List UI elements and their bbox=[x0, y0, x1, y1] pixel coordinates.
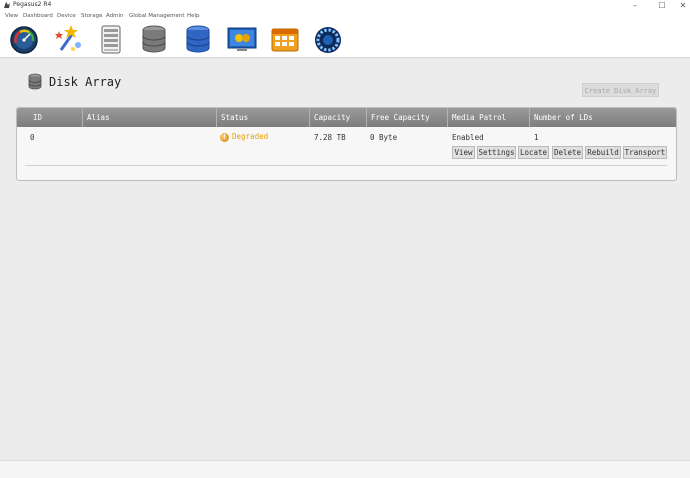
window-title: Pegasus2 R4 bbox=[13, 1, 52, 8]
device-button[interactable] bbox=[94, 23, 128, 55]
column-header-status[interactable]: Status bbox=[217, 108, 310, 127]
column-header-number-of-lds[interactable]: Number of LDs bbox=[530, 108, 676, 127]
global-management-icon bbox=[315, 27, 341, 53]
settings-button[interactable]: Settings bbox=[477, 146, 516, 159]
table-header: ID Alias Status Capacity Free Capacity M… bbox=[17, 108, 676, 127]
menu-bar: View Dashboard Device Storage Admin Glob… bbox=[0, 11, 690, 21]
wizard-button[interactable] bbox=[51, 23, 85, 55]
disk-array-button[interactable] bbox=[181, 23, 215, 55]
toolbar bbox=[0, 21, 690, 58]
maximize-button[interactable]: ☐ bbox=[651, 0, 673, 11]
disk-array-icon bbox=[186, 25, 210, 53]
column-header-alias[interactable]: Alias bbox=[83, 108, 217, 127]
device-icon bbox=[101, 25, 121, 54]
menu-global-management[interactable]: Global Management bbox=[129, 12, 185, 20]
admin-button[interactable] bbox=[225, 23, 259, 55]
app-icon bbox=[4, 2, 10, 8]
delete-button[interactable]: Delete bbox=[552, 146, 583, 159]
monitor-admin-icon bbox=[227, 27, 257, 51]
transport-button[interactable]: Transport bbox=[623, 146, 667, 159]
cell-id: 0 bbox=[30, 133, 35, 142]
storage-icon bbox=[142, 25, 166, 53]
menu-storage[interactable]: Storage bbox=[81, 12, 103, 20]
cell-media-patrol: Enabled bbox=[452, 133, 484, 142]
warning-icon: ! bbox=[220, 132, 229, 142]
cell-free-capacity: 0 Byte bbox=[370, 133, 398, 142]
title-bar: Pegasus2 R4 – ☐ ✕ bbox=[0, 0, 690, 11]
status-bar bbox=[0, 460, 690, 478]
cell-status: ! Degraded bbox=[220, 132, 268, 142]
column-header-capacity[interactable]: Capacity bbox=[310, 108, 367, 127]
view-button[interactable]: View bbox=[452, 146, 475, 159]
menu-dashboard[interactable]: Dashboard bbox=[23, 12, 53, 20]
calendar-button[interactable] bbox=[268, 23, 302, 55]
wizard-icon bbox=[55, 25, 81, 51]
column-header-id[interactable]: ID bbox=[29, 108, 83, 127]
menu-device[interactable]: Device bbox=[57, 12, 76, 20]
dashboard-gauge-icon bbox=[10, 26, 38, 54]
row-divider bbox=[25, 165, 667, 166]
disk-array-title-icon bbox=[28, 73, 42, 90]
disk-array-panel: ID Alias Status Capacity Free Capacity M… bbox=[16, 107, 677, 181]
minimize-button[interactable]: – bbox=[624, 0, 646, 11]
storage-button[interactable] bbox=[137, 23, 171, 55]
cell-number-of-lds: 1 bbox=[534, 133, 539, 142]
rebuild-button[interactable]: Rebuild bbox=[585, 146, 621, 159]
cell-capacity: 7.28 TB bbox=[314, 133, 346, 142]
menu-admin[interactable]: Admin bbox=[106, 12, 124, 20]
close-button[interactable]: ✕ bbox=[672, 0, 690, 11]
global-management-button[interactable] bbox=[311, 23, 345, 55]
locate-button[interactable]: Locate bbox=[518, 146, 549, 159]
status-text: Degraded bbox=[232, 132, 269, 141]
dashboard-button[interactable] bbox=[7, 23, 41, 55]
create-disk-array-button[interactable]: Create Disk Array bbox=[582, 83, 659, 97]
column-header-free-capacity[interactable]: Free Capacity bbox=[367, 108, 448, 127]
calendar-icon bbox=[271, 28, 299, 52]
page-title: Disk Array bbox=[49, 75, 122, 89]
menu-view[interactable]: View bbox=[5, 12, 18, 20]
menu-help[interactable]: Help bbox=[187, 12, 200, 20]
column-header-media-patrol[interactable]: Media Patrol bbox=[448, 108, 530, 127]
